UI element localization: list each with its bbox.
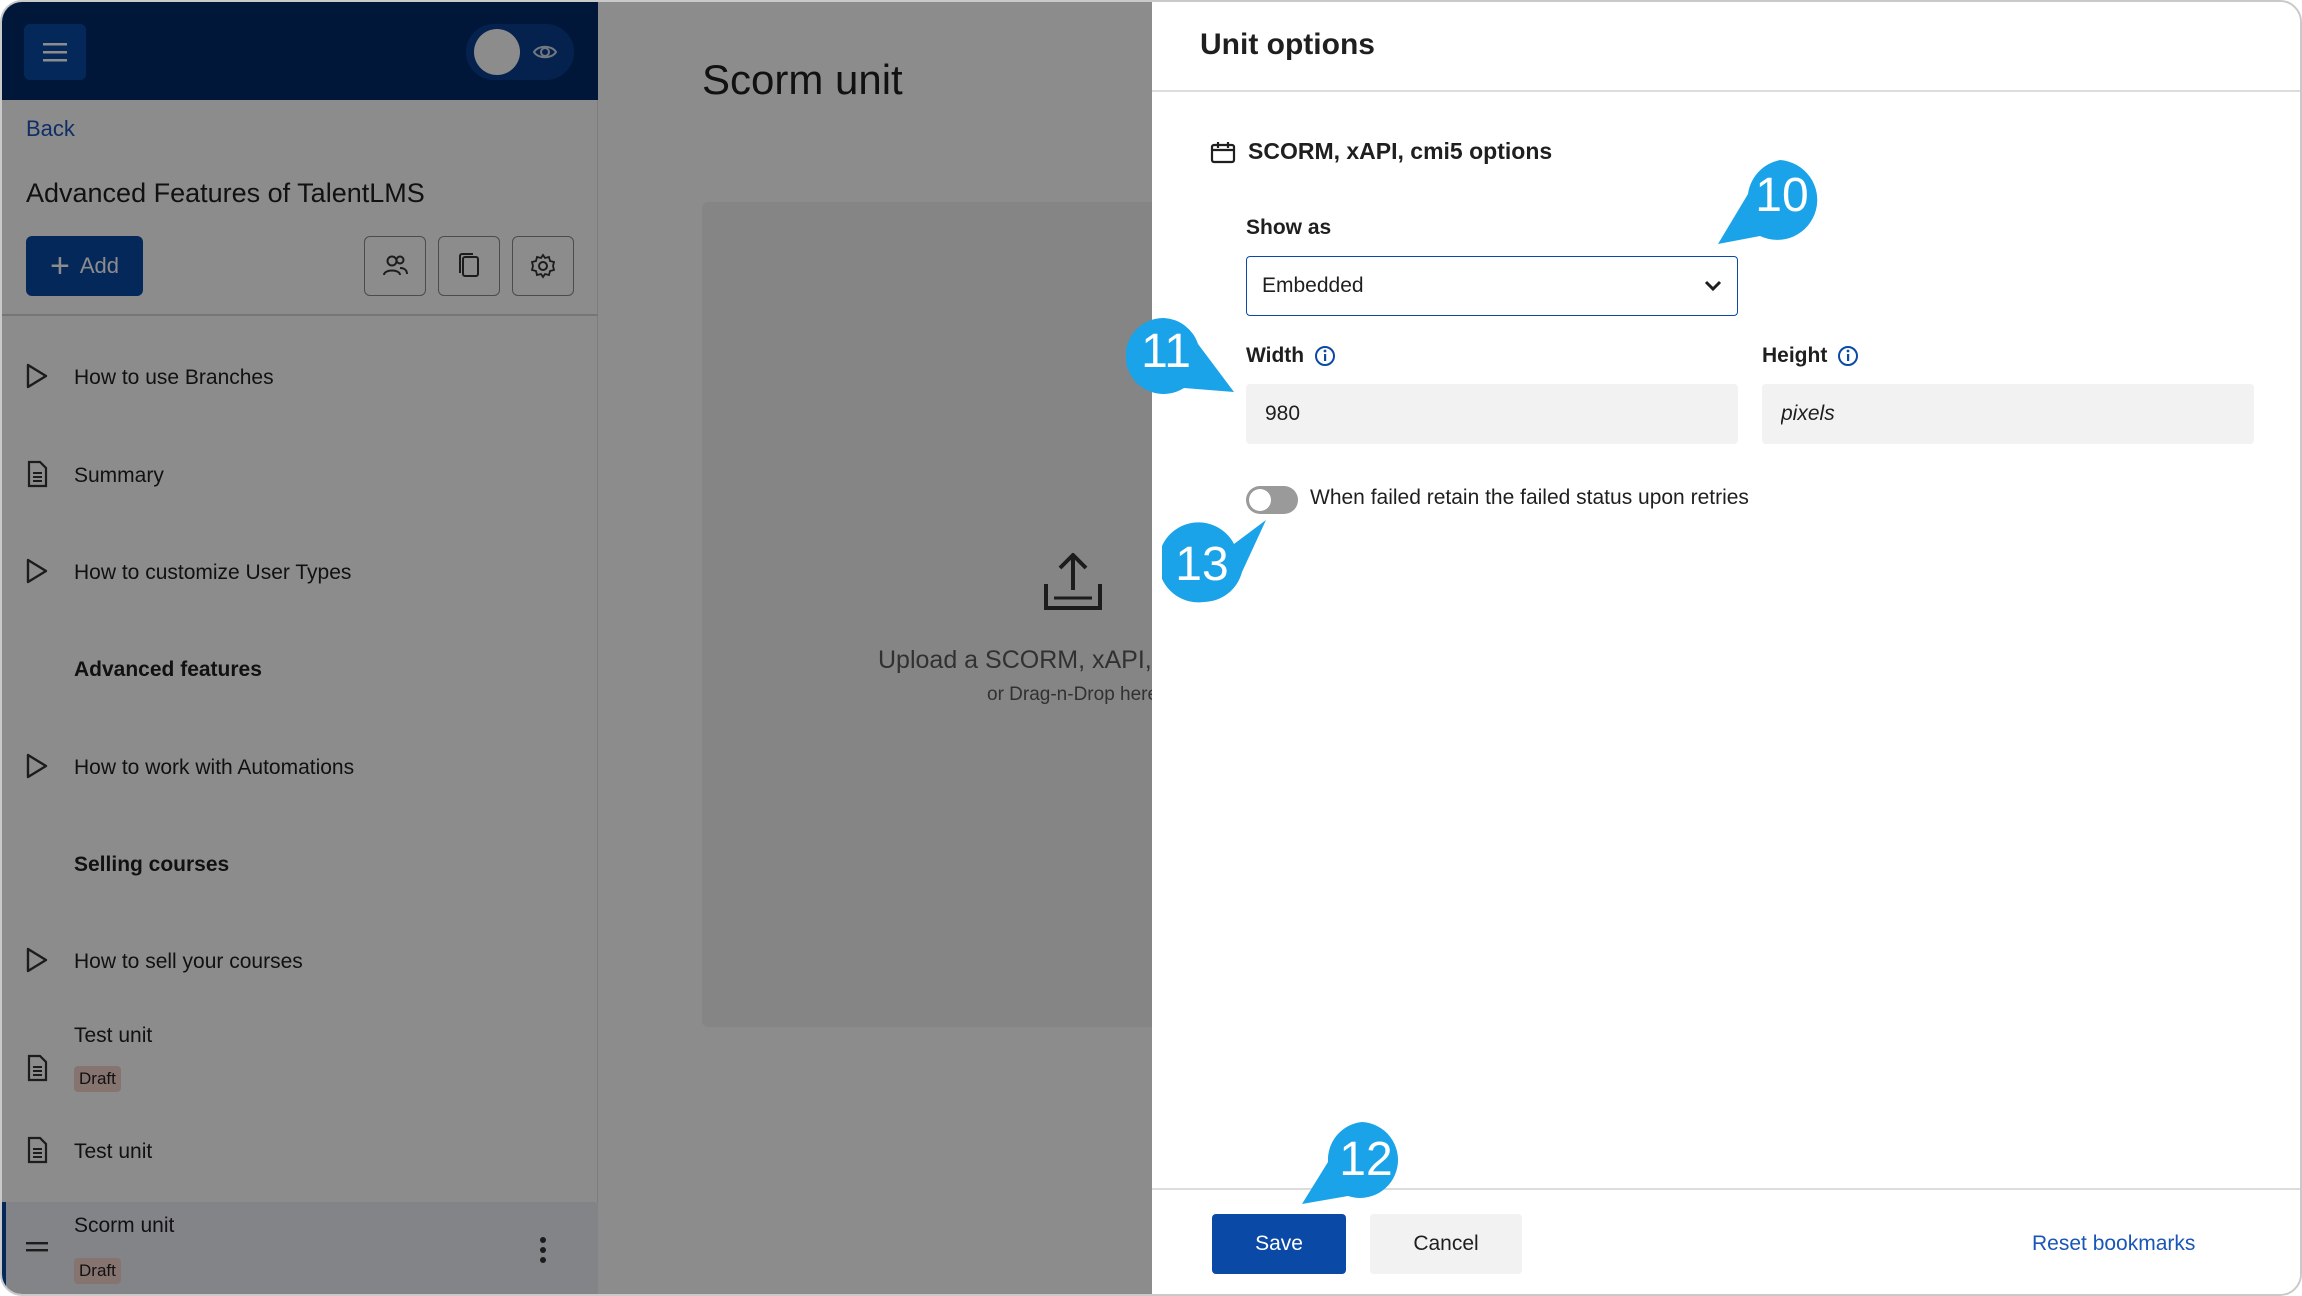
callout-number: 13 <box>1175 538 1229 591</box>
drawer-header-divider <box>1152 90 2300 92</box>
show-as-label-text: Show as <box>1246 216 1332 239</box>
width-label-text: Width <box>1246 344 1305 367</box>
show-as-label: Show as <box>1246 216 1331 240</box>
scorm-options-heading: SCORM, xAPI, cmi5 options <box>1210 138 1552 165</box>
cancel-button[interactable]: Cancel <box>1370 1214 1522 1274</box>
package-icon <box>1210 141 1236 163</box>
show-as-select[interactable]: Embedded <box>1246 256 1738 316</box>
modal-backdrop[interactable] <box>2 2 1152 1294</box>
height-input[interactable] <box>1762 384 2254 444</box>
app-window: Back Advanced Features of TalentLMS + Ad… <box>0 0 2302 1296</box>
width-input[interactable] <box>1246 384 1738 444</box>
reset-bookmarks-link[interactable]: Reset bookmarks <box>2032 1232 2195 1256</box>
retain-failed-toggle[interactable] <box>1246 486 1298 514</box>
height-label-text: Height <box>1762 344 1828 367</box>
section-title: SCORM, xAPI, cmi5 options <box>1248 138 1553 164</box>
callout-number: 11 <box>1141 325 1191 378</box>
height-label: Height <box>1762 344 1859 368</box>
info-icon[interactable] <box>1837 345 1859 367</box>
toggle-knob <box>1249 489 1271 511</box>
info-icon[interactable] <box>1314 345 1336 367</box>
drawer-title: Unit options <box>1200 28 1375 61</box>
save-button[interactable]: Save <box>1212 1214 1346 1274</box>
retain-failed-label: When failed retain the failed status upo… <box>1310 486 1749 509</box>
callout-number: 10 <box>1755 169 1809 222</box>
width-label: Width <box>1246 344 1336 368</box>
callout-number: 12 <box>1339 1133 1393 1186</box>
chevron-down-icon <box>1704 280 1722 292</box>
show-as-value: Embedded <box>1262 274 1364 297</box>
